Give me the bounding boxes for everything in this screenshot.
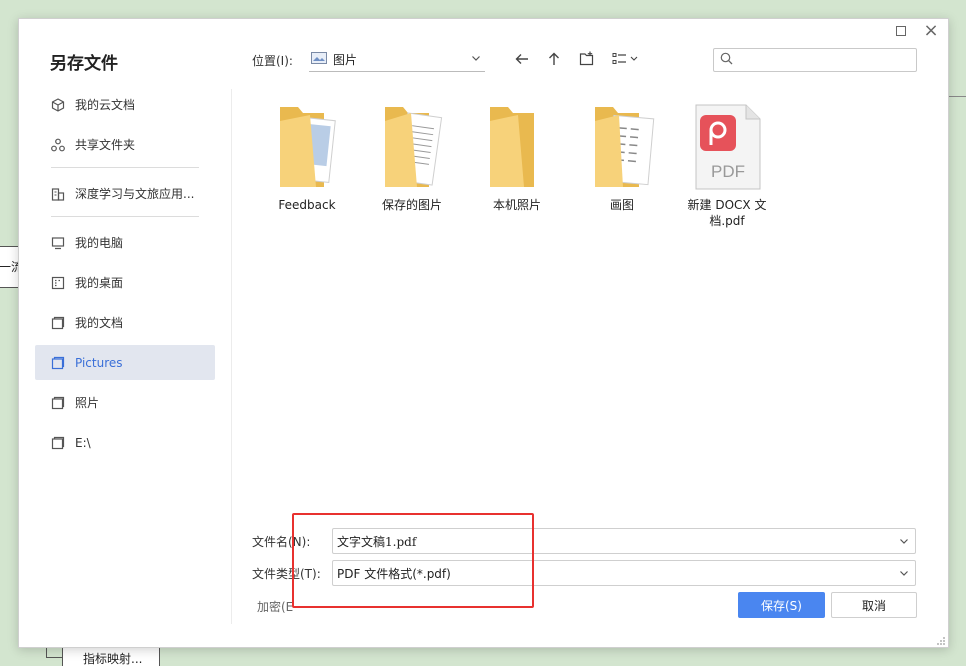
search-input[interactable] <box>737 53 907 67</box>
cloud-cube-icon <box>51 97 65 112</box>
encrypt-link[interactable]: 加密(E <box>257 598 293 615</box>
sidebar-item-label: E:\ <box>75 435 91 450</box>
sidebar-item-my-documents[interactable]: 我的文档 <box>35 305 215 340</box>
dialog-title: 另存文件 <box>50 54 118 74</box>
arrow-up-icon <box>546 51 562 70</box>
file-name: 画图 <box>609 198 634 212</box>
close-icon: × <box>923 19 939 41</box>
sidebar-item-cloud-docs[interactable]: 我的云文档 <box>35 87 215 122</box>
team-icon <box>51 187 65 201</box>
chevron-down-icon[interactable] <box>899 535 909 549</box>
save-button[interactable]: 保存(S) <box>738 592 825 618</box>
maximize-icon <box>896 26 906 36</box>
sidebar-item-label: Pictures <box>75 355 123 370</box>
background-connector <box>948 96 966 97</box>
sidebar-divider <box>51 216 199 217</box>
sidebar-item-label: 我的电脑 <box>75 236 124 250</box>
sidebar: 另存文件 我的云文档 共享文件夹 深度学习与文旅应用... 我的电脑 我的桌面 … <box>19 19 231 647</box>
sidebar-item-shared-folder[interactable]: 共享文件夹 <box>35 127 215 162</box>
sidebar-item-label: 深度学习与文旅应用... <box>75 187 195 201</box>
sidebar-nav: 我的云文档 共享文件夹 深度学习与文旅应用... 我的电脑 我的桌面 我的文档 … <box>35 87 215 465</box>
folder-outline-icon <box>51 356 65 370</box>
resize-grip-icon[interactable] <box>936 635 946 645</box>
search-icon <box>720 52 733 68</box>
sidebar-item-drive-e[interactable]: E:\ <box>35 425 215 460</box>
location-dropdown[interactable]: 图片 <box>309 47 485 72</box>
sidebar-item-my-computer[interactable]: 我的电脑 <box>35 225 215 260</box>
file-item-pdf[interactable]: PDF 新建 DOCX 文档.pdf <box>675 101 779 229</box>
sidebar-item-team[interactable]: 深度学习与文旅应用... <box>35 176 215 211</box>
background-connector <box>46 657 62 658</box>
file-item-folder[interactable]: 画图 <box>570 101 674 213</box>
list-view-icon <box>612 52 642 69</box>
picture-folder-icon <box>311 51 327 67</box>
sidebar-item-label: 共享文件夹 <box>75 138 136 152</box>
arrow-left-icon <box>514 51 530 70</box>
file-name: Feedback <box>278 198 336 212</box>
location-label: 位置(I): <box>252 54 293 68</box>
share-icon <box>51 138 65 152</box>
file-item-folder[interactable]: 保存的图片 <box>360 101 464 213</box>
maximize-button[interactable] <box>886 20 916 42</box>
sidebar-item-label: 照片 <box>75 396 100 410</box>
computer-icon <box>51 236 65 250</box>
sidebar-item-photos[interactable]: 照片 <box>35 385 215 420</box>
chevron-down-icon[interactable] <box>899 567 909 581</box>
file-item-folder[interactable]: 本机照片 <box>465 101 569 213</box>
pdf-file-icon: PDF <box>692 101 762 193</box>
file-name: 保存的图片 <box>381 198 442 212</box>
highlight-annotation <box>292 513 534 608</box>
file-name: 新建 DOCX 文档.pdf <box>687 198 767 228</box>
folder-outline-icon <box>51 316 65 330</box>
close-button[interactable]: × <box>916 19 946 41</box>
background-node-text: 指标映射... <box>83 652 143 666</box>
desktop-icon <box>51 276 65 290</box>
new-folder-icon <box>579 51 595 70</box>
search-box[interactable] <box>713 48 917 72</box>
folder-outline-icon <box>51 436 65 450</box>
sidebar-item-label: 我的桌面 <box>75 276 124 290</box>
sidebar-separator <box>231 89 232 624</box>
view-mode-button[interactable] <box>610 49 644 71</box>
up-button[interactable] <box>543 49 565 71</box>
chevron-down-icon <box>471 52 481 66</box>
background-node: 指标映射... <box>62 646 160 666</box>
folder-outline-icon <box>51 396 65 410</box>
back-button[interactable] <box>511 49 533 71</box>
file-item-folder[interactable]: Feedback <box>255 101 359 213</box>
folder-icon <box>482 101 552 193</box>
sidebar-item-pictures[interactable]: Pictures <box>35 345 215 380</box>
folder-icon <box>587 101 657 193</box>
location-toolbar: 位置(I): 图片 <box>252 47 917 73</box>
pdf-icon-text: PDF <box>711 162 745 181</box>
sidebar-divider <box>51 167 199 168</box>
new-folder-button[interactable] <box>576 49 598 71</box>
file-name: 本机照片 <box>492 198 541 212</box>
folder-icon <box>377 101 447 193</box>
location-value: 图片 <box>333 52 358 67</box>
sidebar-item-desktop[interactable]: 我的桌面 <box>35 265 215 300</box>
folder-icon <box>272 101 342 193</box>
cancel-button[interactable]: 取消 <box>831 592 917 618</box>
sidebar-item-label: 我的云文档 <box>75 98 136 112</box>
file-list: Feedback 保存的图片 本机照片 画图 PDF 新建 DOCX 文档.pd… <box>251 101 931 261</box>
sidebar-item-label: 我的文档 <box>75 316 124 330</box>
